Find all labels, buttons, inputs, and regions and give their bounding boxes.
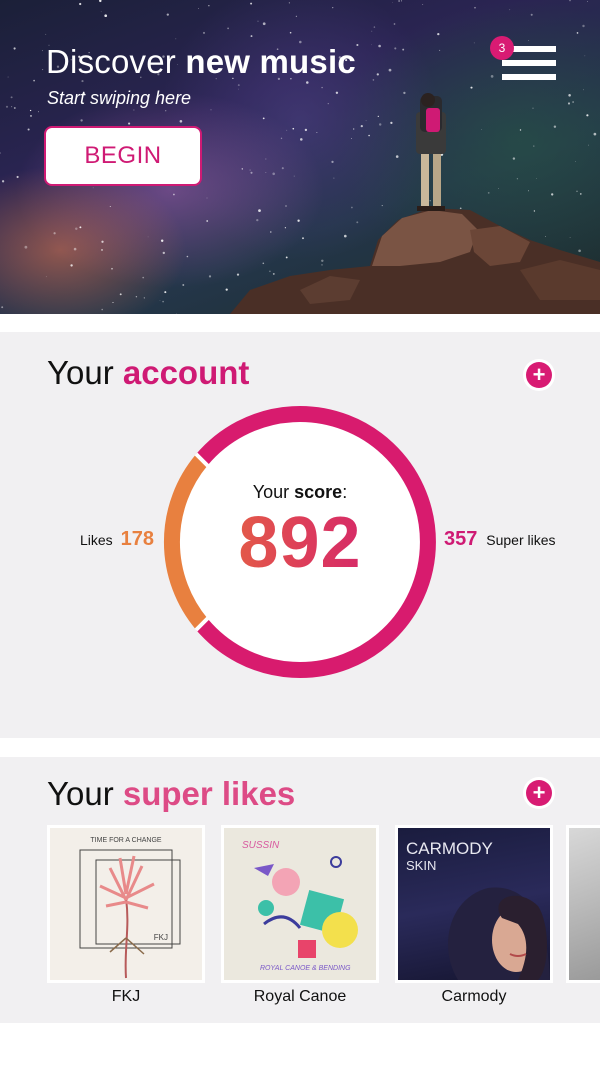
fkj-cover-sub: FKJ — [154, 933, 168, 942]
score-value: 892 — [180, 502, 420, 584]
album-card-fkj[interactable]: TIME FOR A CHANGE FKJ FKJ — [47, 825, 205, 1006]
album-cover-fkj: TIME FOR A CHANGE FKJ — [47, 825, 205, 983]
fkj-cover-title: TIME FOR A CHANGE — [90, 837, 162, 844]
royal-canoe-cover-title: SUSSIN — [242, 840, 280, 851]
account-section: Your account + Your score: 892 Likes 178… — [0, 332, 600, 738]
account-title-plain: Your — [47, 354, 114, 391]
royal-canoe-cover-sub: ROYAL CANOE & BENDING — [260, 965, 351, 972]
super-likes-label: Super likes — [486, 532, 556, 548]
album-name: FKJ — [111, 988, 141, 1005]
carmody-cover-title: CARMODY — [406, 839, 493, 858]
super-likes-section: Your super likes + TIME FOR A CHANGE FKJ… — [0, 757, 600, 1023]
hero-title-light: Discover — [46, 43, 176, 80]
album-card-next-peek[interactable] — [566, 825, 600, 983]
super-likes-title: Your super likes — [47, 775, 295, 813]
album-cover-royal-canoe: SUSSIN ROYAL CANOE & BENDING — [221, 825, 379, 983]
likes-value: 178 — [120, 528, 154, 550]
likes-label: Likes — [80, 532, 113, 548]
hero-title-bold: new music — [185, 43, 356, 80]
account-title-highlight: account — [122, 354, 250, 391]
album-name: Carmody — [441, 988, 507, 1005]
super-likes-count: 357 Super likes — [444, 528, 556, 551]
album-card-carmody[interactable]: CARMODY SKIN Carmody — [395, 825, 553, 1006]
album-cover-carmody: CARMODY SKIN — [395, 825, 553, 983]
account-title: Your account — [47, 354, 249, 392]
super-likes-title-plain: Your — [47, 775, 114, 812]
super-likes-value: 357 — [444, 528, 478, 550]
super-likes-add-icon[interactable]: + — [526, 780, 552, 806]
score-label: Your score: — [180, 482, 420, 503]
super-likes-title-highlight: super likes — [122, 775, 296, 812]
hero-title: Discover new music — [46, 44, 356, 80]
notification-badge: 3 — [490, 36, 514, 60]
score-label-bold: score — [294, 482, 343, 502]
score-label-colon: : — [342, 482, 348, 502]
score-label-plain: Your — [252, 482, 290, 502]
carmody-cover-sub: SKIN — [406, 858, 436, 873]
hero-subtitle: Start swiping here — [47, 88, 192, 108]
likes-count: Likes 178 — [80, 528, 154, 551]
begin-button[interactable]: BEGIN — [44, 126, 202, 186]
hero-banner: Discover new music Start swiping here BE… — [0, 0, 600, 314]
album-card-royal-canoe[interactable]: SUSSIN ROYAL CANOE & BENDING Royal Canoe — [221, 825, 379, 1006]
account-add-icon[interactable]: + — [526, 362, 552, 388]
album-name: Royal Canoe — [253, 988, 347, 1005]
